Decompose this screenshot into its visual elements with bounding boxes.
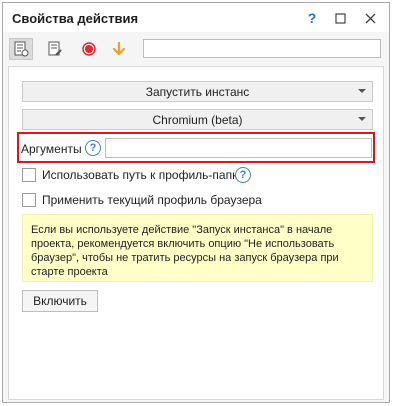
browser-select-value: Chromium (beta) [152,112,243,127]
info-note: Если вы используете действие "Запуск инс… [22,214,373,282]
apply-profile-label: Применить текущий профиль браузера [42,193,262,207]
maximize-button[interactable] [329,7,351,29]
action-properties-window: Свойства действия ? Запустить инстанс Ch… [2,2,390,403]
edit-tool-button[interactable] [43,38,67,60]
chevron-down-icon [358,117,366,121]
close-button[interactable] [359,7,381,29]
arrow-down-icon [112,41,126,56]
title-bar: Свойства действия ? [3,3,389,32]
arguments-input[interactable] [105,138,372,158]
maximize-icon [334,12,346,24]
chevron-down-icon [358,89,366,93]
apply-profile-checkbox[interactable] [22,193,36,207]
profile-path-checkbox-row[interactable]: Использовать путь к профиль-папке [22,168,244,182]
profile-path-help-icon[interactable]: ? [235,167,251,183]
toolbar [3,33,389,65]
properties-panel: Запустить инстанс Chromium (beta) Аргуме… [8,66,384,400]
action-select[interactable]: Запустить инстанс [22,81,373,102]
apply-profile-checkbox-row[interactable]: Применить текущий профиль браузера [22,193,262,207]
window-title: Свойства действия [12,11,139,26]
record-icon [82,42,96,56]
arguments-label: Аргументы [21,142,82,156]
enable-button[interactable]: Включить [22,290,98,312]
browser-select[interactable]: Chromium (beta) [22,109,373,130]
close-icon [365,13,375,23]
toolbar-search-input[interactable] [143,39,381,58]
profile-path-checkbox[interactable] [22,168,36,182]
arguments-help-icon[interactable]: ? [85,140,101,156]
properties-tool-button[interactable] [9,38,33,60]
help-button[interactable]: ? [301,7,323,29]
properties-icon [14,41,29,57]
record-tool-button[interactable] [77,38,101,60]
profile-path-label: Использовать путь к профиль-папке [42,168,245,182]
edit-icon [48,41,62,56]
arrow-down-tool-button[interactable] [107,38,131,60]
action-select-value: Запустить инстанс [145,84,250,99]
